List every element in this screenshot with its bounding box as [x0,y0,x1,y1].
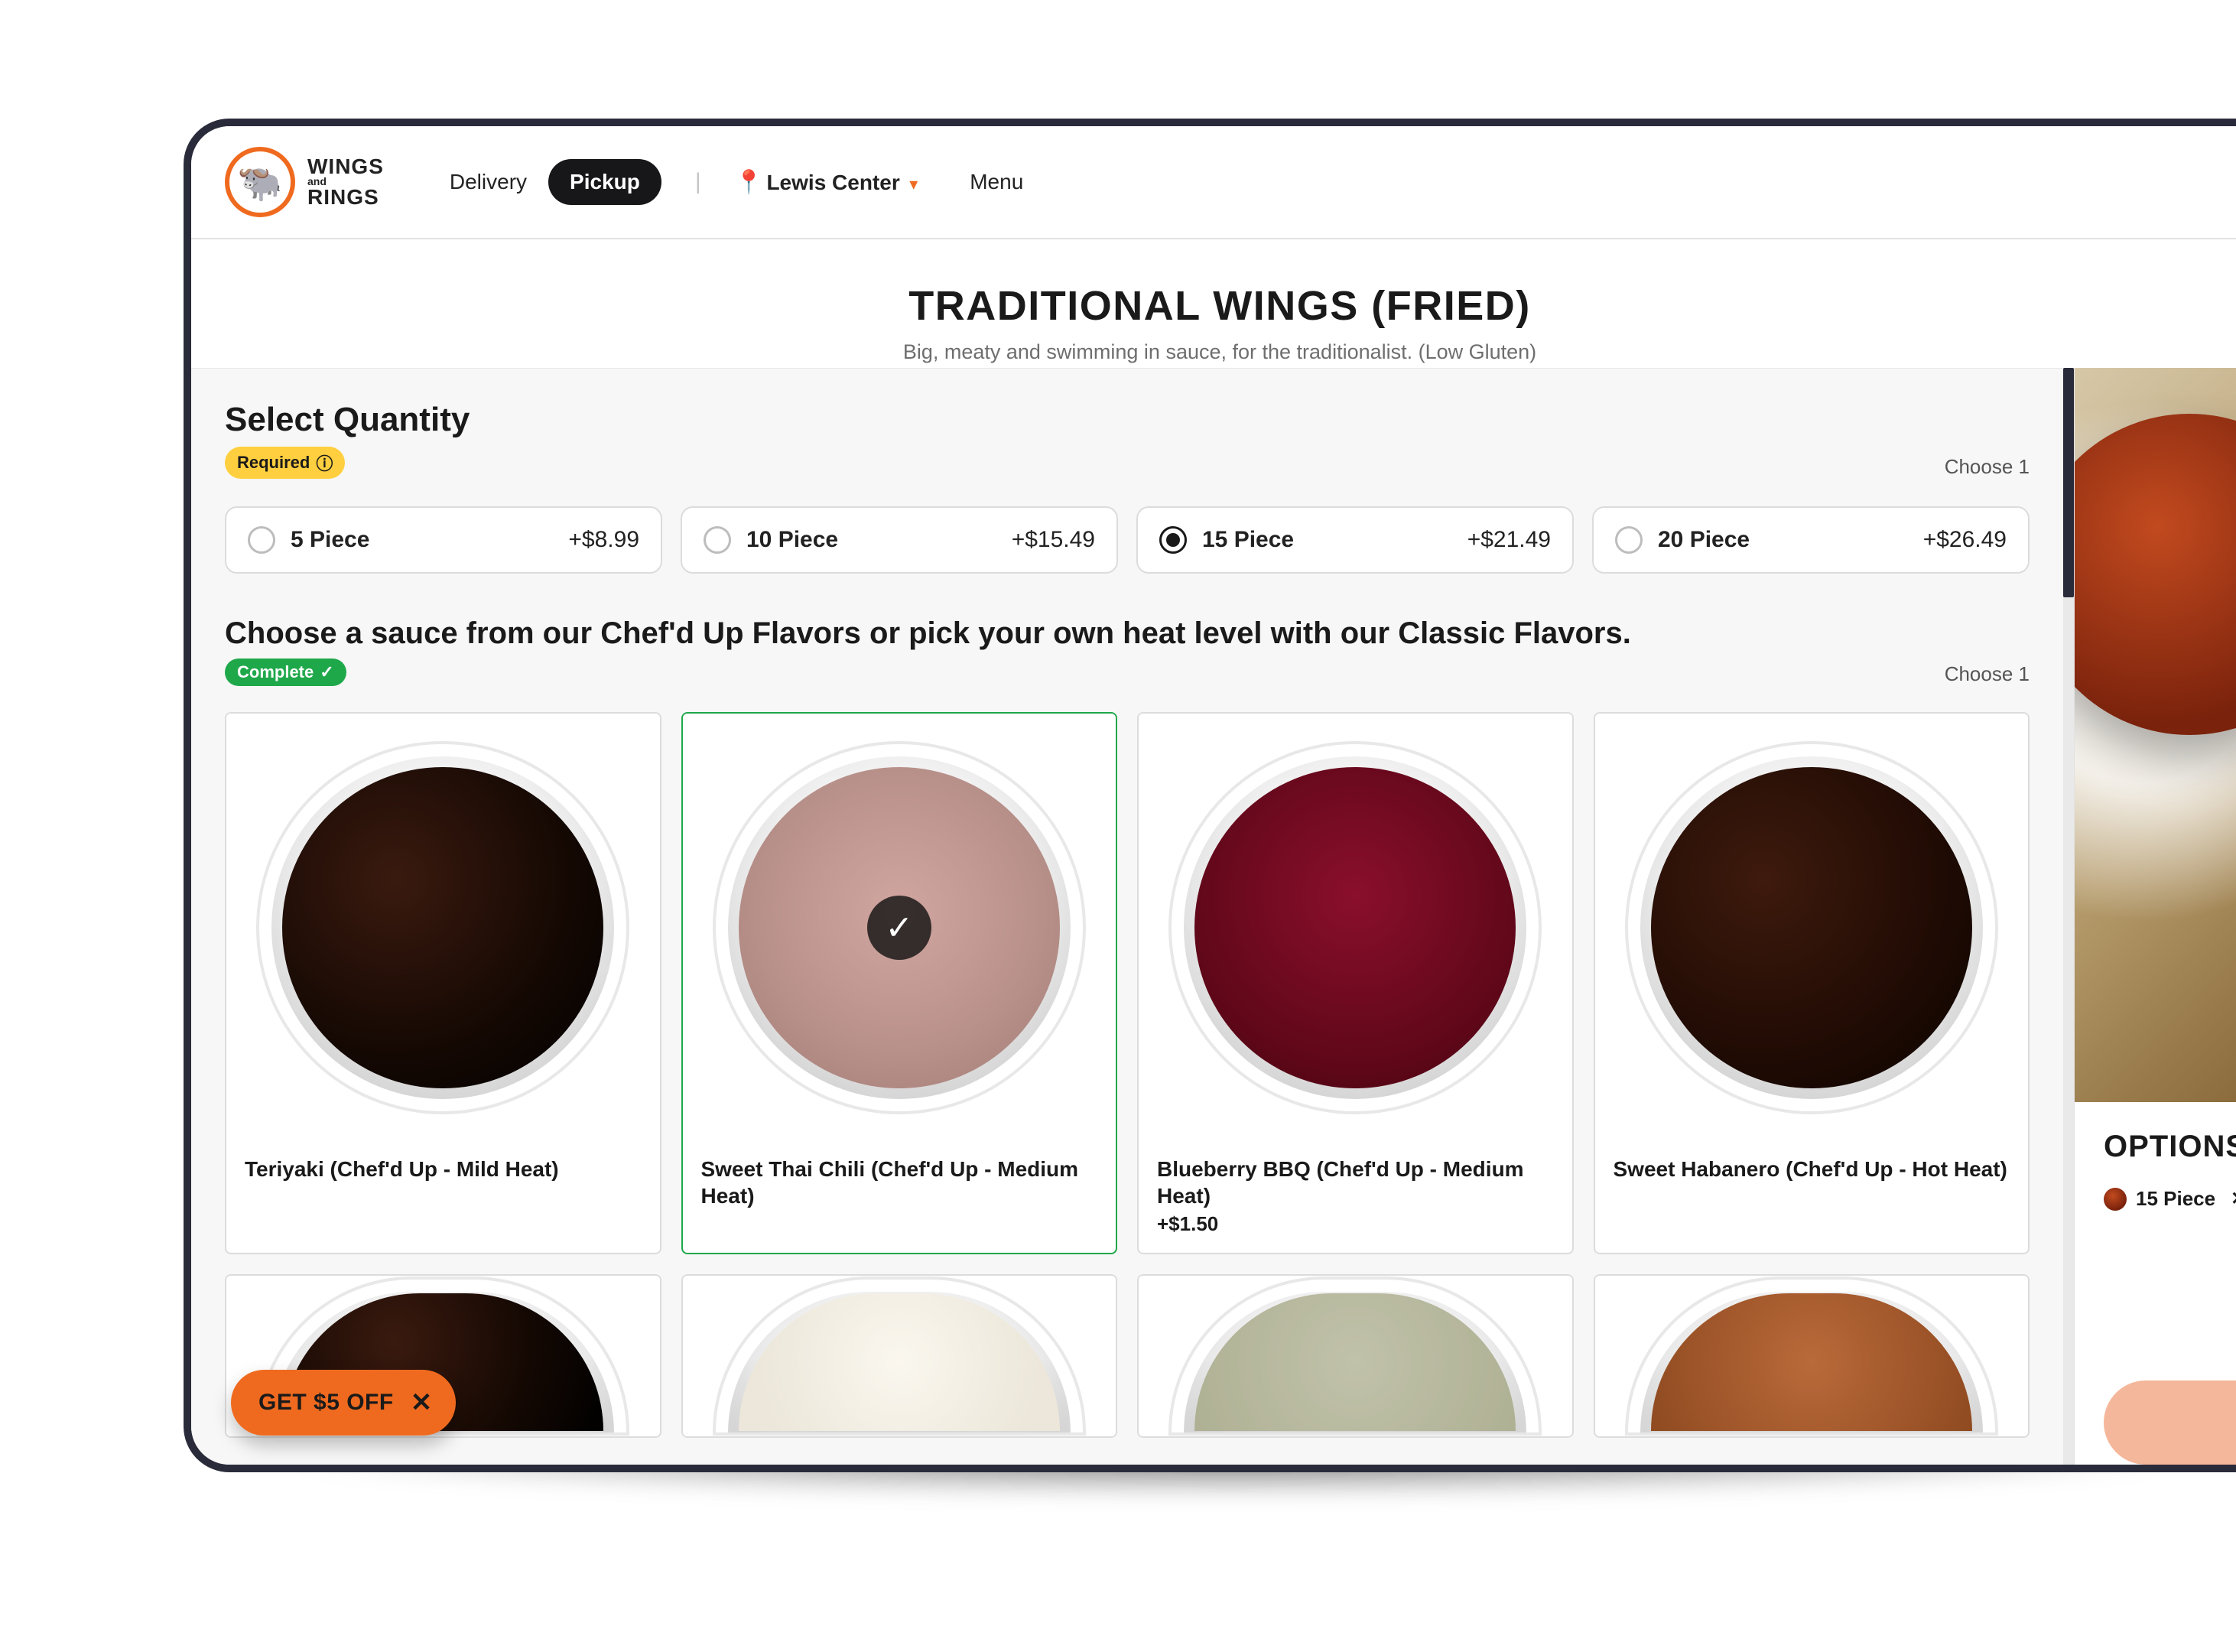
sauce-grid-row2 [225,1274,2030,1438]
location-pin-icon: 📍 [735,170,763,195]
sidebar-body: OPTIONS 15 Piece ✕ [2075,1102,2236,1215]
product-title: TRADITIONAL WINGS (FRIED) [191,282,2236,330]
location-selector[interactable]: 📍 Lewis Center ▾ [735,169,918,196]
sauce-image [1595,714,2029,1142]
quantity-option-label: 5 Piece [291,527,369,553]
content-scrollbar-thumb[interactable] [2063,368,2074,597]
brand-logo[interactable]: 🐃 WINGS and RINGS [225,147,384,217]
quantity-option-label: 20 Piece [1658,527,1750,553]
required-badge-label: Required [237,453,310,473]
top-nav: 🐃 WINGS and RINGS Delivery Pickup | 📍 Le… [191,126,2236,239]
sauce-choose-hint: Choose 1 [1945,662,2030,686]
sauce-image [226,714,660,1142]
radio-icon [704,526,731,554]
close-icon[interactable]: ✕ [411,1387,433,1418]
quantity-option-price: +$15.49 [1012,527,1095,553]
chevron-down-icon: ▾ [909,174,918,193]
sauce-section: Choose a sauce from our Chef'd Up Flavor… [225,616,2030,1438]
sauce-name: Sweet Habanero (Chef'd Up - Hot Heat) [1614,1156,2010,1182]
selected-option-chip[interactable]: 15 Piece ✕ [2104,1187,2236,1211]
sauce-card[interactable] [681,1274,1118,1438]
device-frame: 🐃 WINGS and RINGS Delivery Pickup | 📍 Le… [184,119,2236,1472]
sauce-grid: Teriyaki (Chef'd Up - Mild Heat) ✓ Sweet… [225,712,2030,1254]
customization-panel: Select Quantity Required ⓘ Choose 1 5 Pi… [191,368,2063,1465]
delivery-tab[interactable]: Delivery [428,159,548,205]
sauce-card-teriyaki[interactable]: Teriyaki (Chef'd Up - Mild Heat) [225,712,661,1254]
sauce-name: Sweet Thai Chili (Chef'd Up - Medium Hea… [701,1156,1098,1209]
info-icon: ⓘ [316,450,333,475]
check-icon: ✓ [320,662,333,682]
fulfillment-toggle: Delivery Pickup [428,159,661,205]
quantity-heading: Select Quantity [225,401,470,439]
sauce-image: ✓ [683,714,1116,1142]
chip-thumb-icon [2104,1188,2127,1211]
brand-logo-text: WINGS and RINGS [307,157,384,207]
sauce-image [1595,1276,2029,1436]
quantity-option-10[interactable]: 10 Piece +$15.49 [681,506,1118,574]
chip-close-icon[interactable]: ✕ [2231,1188,2236,1210]
complete-badge: Complete ✓ [225,659,346,686]
selected-check-icon: ✓ [867,896,931,960]
product-subtitle: Big, meaty and swimming in sauce, for th… [191,340,2236,364]
sauce-name: Blueberry BBQ (Chef'd Up - Medium Heat) [1157,1156,1554,1209]
brand-logo-badge: 🐃 [225,147,295,217]
sauce-image [683,1276,1116,1436]
promo-label: GET $5 OFF [258,1390,394,1416]
add-to-cart-button[interactable] [2104,1380,2236,1465]
sauce-card-sweet-habanero[interactable]: Sweet Habanero (Chef'd Up - Hot Heat) [1594,712,2030,1254]
radio-icon [248,526,275,554]
sauce-image [1139,714,1572,1142]
menu-link[interactable]: Menu [970,170,1023,194]
radio-icon [1615,526,1643,554]
promo-pill[interactable]: GET $5 OFF ✕ [231,1370,456,1436]
quantity-option-price: +$26.49 [1923,527,2007,553]
radio-icon [1159,526,1187,554]
sauce-name: Teriyaki (Chef'd Up - Mild Heat) [245,1156,642,1182]
product-hero-image [2075,368,2236,1102]
quantity-option-5[interactable]: 5 Piece +$8.99 [225,506,662,574]
sauce-price: +$1.50 [1157,1212,1554,1236]
sauce-image [1139,1276,1572,1436]
brand-line1: WINGS [307,157,384,177]
sauce-card-sweet-thai-chili[interactable]: ✓ Sweet Thai Chili (Chef'd Up - Medium H… [681,712,1118,1254]
quantity-option-20[interactable]: 20 Piece +$26.49 [1592,506,2030,574]
sauce-heading: Choose a sauce from our Chef'd Up Flavor… [225,616,1631,651]
quantity-choose-hint: Choose 1 [1945,455,2030,479]
brand-line2: RINGS [307,187,384,208]
sauce-section-head: Choose a sauce from our Chef'd Up Flavor… [225,616,2030,686]
order-sidebar: OPTIONS 15 Piece ✕ [2074,368,2236,1465]
quantity-option-price: +$8.99 [568,527,639,553]
quantity-option-label: 15 Piece [1202,527,1294,553]
required-badge: Required ⓘ [225,447,345,479]
sauce-card-blueberry-bbq[interactable]: Blueberry BBQ (Chef'd Up - Medium Heat) … [1137,712,1574,1254]
sauce-card[interactable] [1594,1274,2030,1438]
chip-label: 15 Piece [2136,1187,2215,1211]
quantity-option-price: +$21.49 [1467,527,1551,553]
quantity-option-label: 10 Piece [746,527,838,553]
nav-separator: | [695,169,701,195]
location-label: Lewis Center [766,171,899,194]
quantity-options-row: 5 Piece +$8.99 10 Piece +$15.49 15 Piece… [225,506,2030,574]
complete-badge-label: Complete [237,662,314,682]
options-heading: OPTIONS [2104,1130,2236,1164]
quantity-section-head: Select Quantity Required ⓘ Choose 1 [225,401,2030,479]
sauce-card[interactable] [1137,1274,1574,1438]
pickup-tab[interactable]: Pickup [548,159,661,205]
product-header: TRADITIONAL WINGS (FRIED) Big, meaty and… [191,249,2236,385]
quantity-option-15[interactable]: 15 Piece +$21.49 [1136,506,1574,574]
